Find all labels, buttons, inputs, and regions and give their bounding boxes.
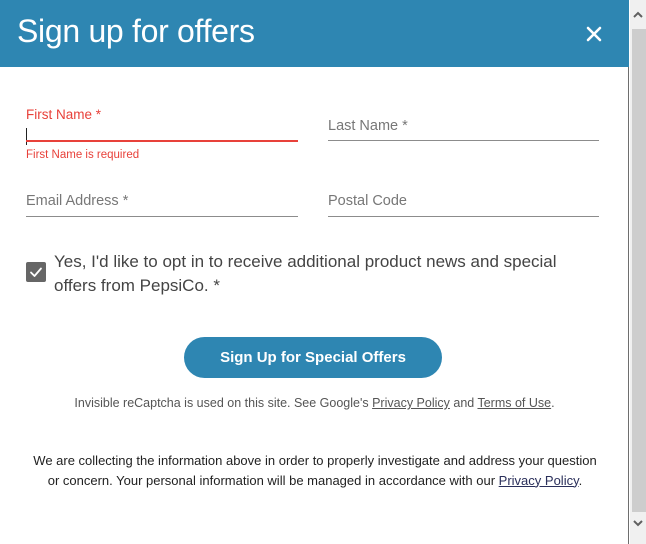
- email-underline: [26, 216, 298, 217]
- scroll-up-button[interactable]: [630, 6, 646, 23]
- optin-checkbox[interactable]: [26, 262, 46, 282]
- scrollbar-thumb[interactable]: [632, 29, 646, 512]
- sign-up-button[interactable]: Sign Up for Special Offers: [184, 337, 442, 378]
- first-name-label: First Name *: [26, 107, 102, 122]
- first-name-field[interactable]: First Name *: [26, 106, 298, 145]
- google-terms-of-use-link[interactable]: Terms of Use: [477, 396, 551, 410]
- google-privacy-policy-link[interactable]: Privacy Policy: [372, 396, 450, 410]
- recaptcha-and: and: [449, 396, 478, 410]
- scroll-down-button[interactable]: [630, 515, 646, 532]
- email-label: Email Address *: [26, 193, 129, 209]
- postal-code-underline: [328, 216, 599, 217]
- close-icon: [586, 26, 602, 42]
- disclaimer-period: .: [578, 472, 583, 488]
- chevron-up-icon: [633, 11, 643, 18]
- recaptcha-notice: Invisible reCaptcha is used on this site…: [0, 396, 629, 410]
- optin-label[interactable]: Yes, I'd like to opt in to receive addit…: [54, 250, 574, 298]
- close-button[interactable]: [580, 20, 608, 48]
- privacy-disclaimer: We are collecting the information above …: [30, 451, 600, 490]
- first-name-underline: [26, 140, 298, 142]
- email-field[interactable]: Email Address *: [26, 182, 298, 220]
- vertical-scrollbar[interactable]: [630, 0, 646, 544]
- recaptcha-text: Invisible reCaptcha is used on this site…: [74, 396, 373, 410]
- recaptcha-period: .: [551, 396, 555, 410]
- text-cursor: [26, 128, 27, 145]
- signup-modal: Sign up for offers First Name * First Na…: [0, 0, 629, 544]
- postal-code-label: Postal Code: [328, 193, 407, 209]
- last-name-underline: [328, 140, 599, 141]
- modal-header: Sign up for offers: [0, 0, 629, 67]
- chevron-down-icon: [633, 520, 643, 527]
- pepsico-privacy-policy-link[interactable]: Privacy Policy: [499, 473, 579, 488]
- last-name-field[interactable]: Last Name *: [328, 106, 599, 144]
- modal-title: Sign up for offers: [17, 13, 255, 49]
- checkmark-icon: [30, 267, 42, 277]
- last-name-label: Last Name *: [328, 118, 408, 134]
- postal-code-field[interactable]: Postal Code: [328, 182, 599, 220]
- first-name-error: First Name is required: [26, 149, 140, 161]
